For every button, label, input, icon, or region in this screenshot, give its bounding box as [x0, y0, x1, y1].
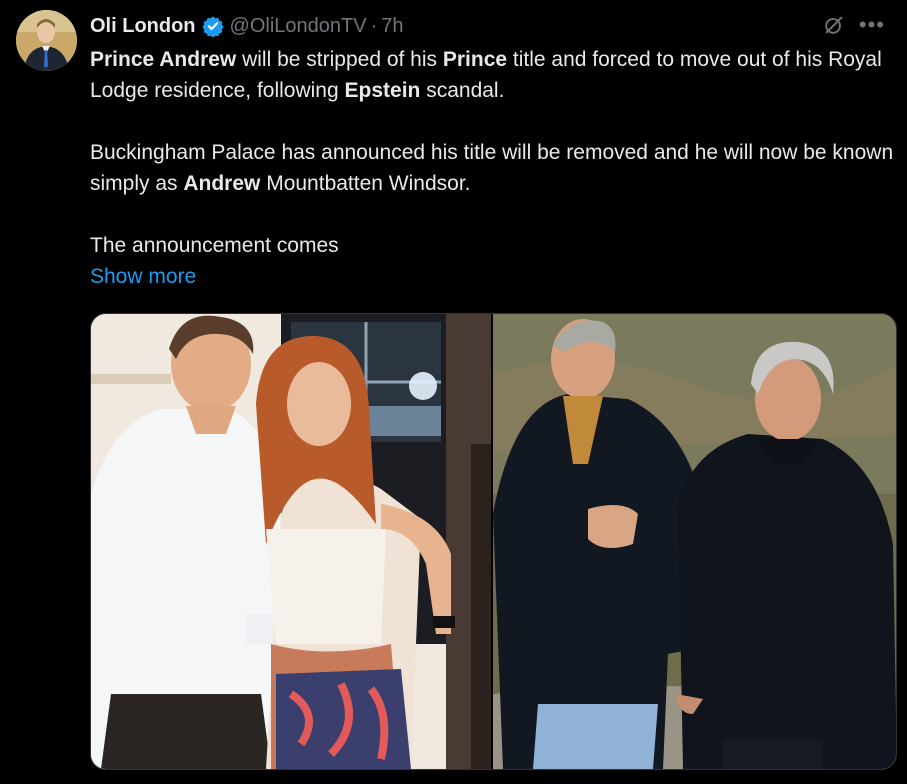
tweet-header: Oli London @OliLondonTV · 7h: [90, 12, 404, 40]
tweet-paragraph-1: Prince Andrew will be stripped of his Pr…: [90, 44, 895, 106]
separator-dot: ·: [370, 14, 378, 37]
bold-text: Andrew: [183, 172, 261, 195]
text-run: will be stripped of his: [236, 48, 443, 71]
photo-right[interactable]: [493, 314, 896, 769]
timestamp[interactable]: 7h: [381, 15, 403, 38]
bold-text: Prince: [442, 48, 508, 71]
tweet-paragraph-2: Buckingham Palace has announced his titl…: [90, 137, 895, 199]
tweet-paragraph-3: The announcement comes: [90, 234, 339, 257]
author-handle[interactable]: @OliLondonTV: [230, 15, 367, 38]
tweet[interactable]: Oli London @OliLondonTV · 7h ••• Prince …: [0, 0, 907, 784]
show-more-link[interactable]: Show more: [90, 265, 196, 288]
tweet-actions-top: •••: [823, 14, 885, 36]
more-icon[interactable]: •••: [859, 14, 885, 36]
tweet-media[interactable]: [90, 313, 897, 770]
text-run: scandal.: [420, 79, 505, 102]
bold-text: Epstein: [344, 79, 421, 102]
photo-left[interactable]: [91, 314, 491, 769]
text-run: Mountbatten Windsor.: [260, 172, 471, 195]
bold-text: Prince Andrew: [90, 48, 237, 71]
author-name[interactable]: Oli London: [90, 15, 196, 38]
grok-icon[interactable]: [823, 14, 845, 36]
tweet-text: Prince Andrew will be stripped of his Pr…: [90, 44, 895, 292]
verified-badge-icon: [201, 15, 224, 38]
avatar[interactable]: [16, 10, 77, 71]
